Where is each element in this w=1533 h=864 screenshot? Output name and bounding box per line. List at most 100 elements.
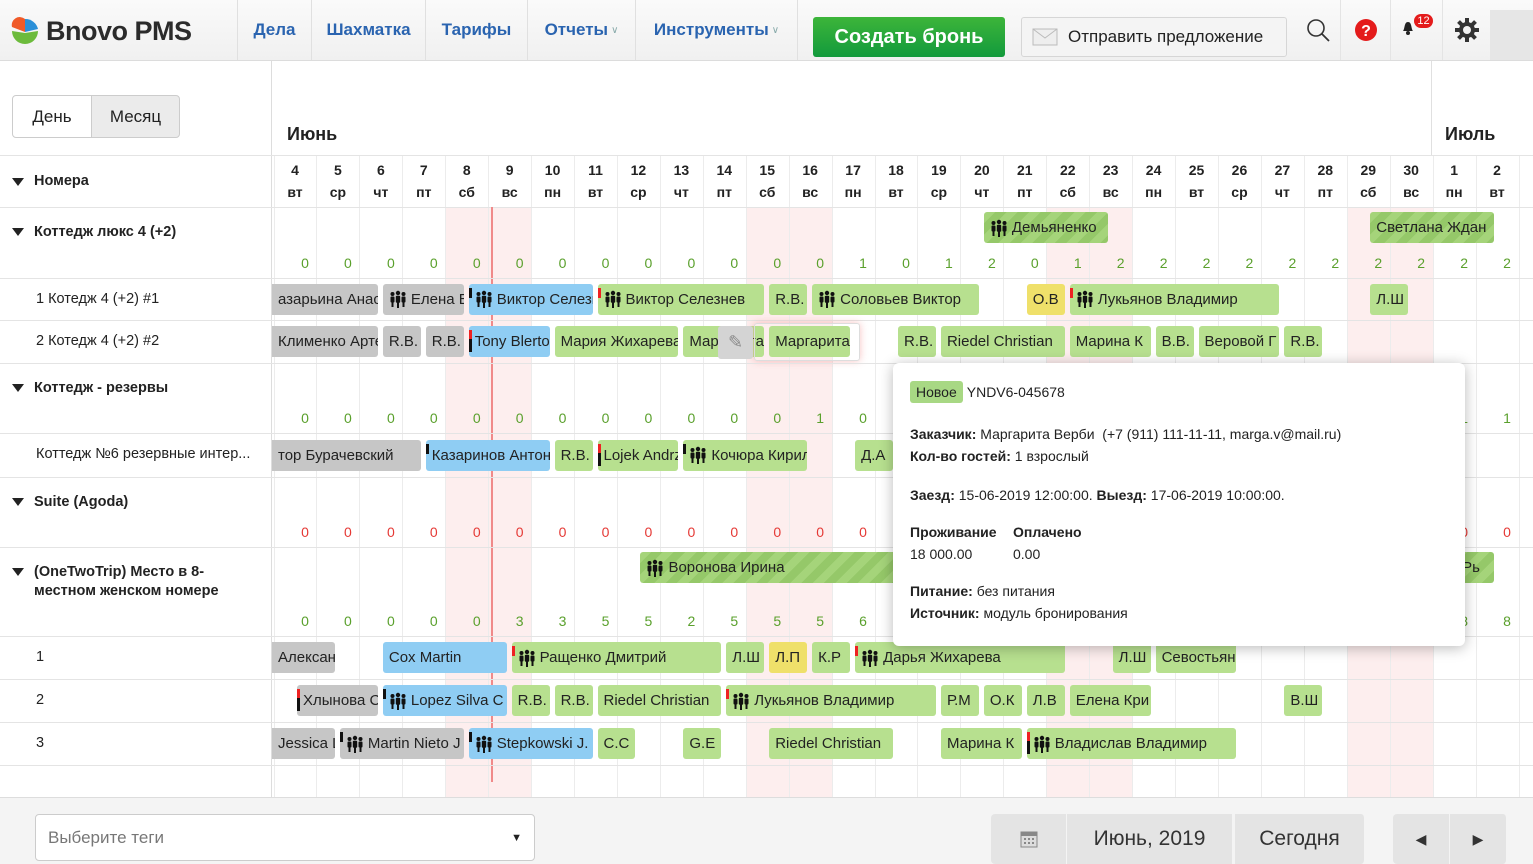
day-header: 16 вс [789, 155, 831, 207]
booking-bar[interactable]: Маргарита Верби [769, 326, 851, 357]
booking-bar[interactable]: азарьина Анас [272, 283, 378, 315]
booking-bar[interactable]: Л.Ш [726, 642, 765, 673]
booking-name: Л.В [1032, 692, 1057, 709]
nav-item-4[interactable]: Инструменты ∨ [635, 0, 797, 60]
nav-item-3[interactable]: Отчеты ∨ [527, 0, 635, 60]
row-label: 3 [36, 735, 45, 751]
booking-bar[interactable]: Казаринов Антон [425, 439, 550, 471]
booking-bar[interactable]: В.Ш [1284, 685, 1323, 716]
day-number: 26 [1231, 162, 1248, 178]
room-group[interactable]: Коттедж люкс 4 (+2) [0, 223, 262, 242]
arrow-right-icon: ▶ [1472, 830, 1484, 847]
day-number: 29 [1360, 162, 1377, 178]
booking-bar[interactable]: R.B. [382, 326, 421, 357]
booking-bar[interactable]: Светлана Ждан [1370, 212, 1495, 243]
booking-bar[interactable]: Соловьев Виктор [812, 283, 979, 315]
day-weekday: ср [630, 184, 647, 200]
rooms-header[interactable]: Номера [0, 173, 272, 189]
booking-bar[interactable]: Елена Кри [1069, 685, 1151, 716]
booking-bar[interactable]: Лукьянов Владимир [726, 685, 936, 716]
settings-button[interactable] [1442, 0, 1490, 60]
booking-bar[interactable]: Cox Martin [382, 642, 507, 673]
booking-bar[interactable]: Tony Blerton [468, 326, 550, 357]
booking-bar[interactable]: Л.Ш [1370, 283, 1409, 315]
tags-select[interactable]: Выберите теги ▼ [35, 814, 535, 861]
edit-booking-button[interactable]: ✎ [718, 326, 753, 359]
day-number: 28 [1317, 162, 1334, 178]
booking-bar[interactable]: Клименко Артем [272, 326, 378, 357]
booking-bar[interactable]: R.B. [511, 685, 550, 716]
today-button[interactable]: Сегодня [1235, 814, 1365, 864]
create-booking-button[interactable]: Создать бронь [813, 17, 1005, 57]
booking-bar[interactable]: тор Бурачевский [272, 439, 421, 471]
booking-bar[interactable]: С.С [597, 728, 636, 759]
booking-bar[interactable]: К.Р [812, 642, 851, 673]
view-month-button[interactable]: Месяц [91, 95, 180, 138]
booking-bar[interactable]: Stepkowski J. [468, 728, 593, 759]
booking-bar[interactable]: R.B. [898, 326, 936, 357]
booking-bar[interactable]: Кочюра Кирилл [683, 439, 808, 471]
booking-bar[interactable]: Riedel Christian [940, 326, 1065, 357]
day-header: 12 ср [617, 155, 659, 207]
booking-bar[interactable]: Lojek Andrzej [597, 439, 679, 471]
room-group[interactable]: Коттедж - резервы [0, 379, 262, 398]
nav-item-2[interactable]: Тарифы [425, 0, 527, 60]
booking-bar[interactable]: R.B. [554, 439, 593, 471]
prev-button[interactable]: ◀ [1393, 814, 1450, 864]
booking-bar[interactable]: Lopez Silva C [382, 685, 507, 716]
nav-item-1[interactable]: Шахматка [311, 0, 425, 60]
availability-count: 5 [730, 613, 739, 629]
booking-bar[interactable]: Марина К [940, 728, 1022, 759]
booking-bar[interactable]: Л.Ш [1112, 642, 1151, 673]
booking-bar[interactable]: Л.П [769, 642, 808, 673]
booking-bar[interactable]: Riedel Christian [769, 728, 893, 759]
booking-bar[interactable]: Хлынова С [297, 685, 378, 716]
period-button[interactable]: Июнь, 2019 [1067, 814, 1233, 864]
room-group[interactable]: Suite (Agoda) [0, 493, 262, 512]
send-offer-button[interactable]: Отправить предложение [1021, 17, 1287, 57]
booking-bar[interactable]: R.B. [554, 685, 593, 716]
booking-bar[interactable]: R.B. [1284, 326, 1323, 357]
booking-bar[interactable]: О.К [983, 685, 1022, 716]
booking-bar[interactable]: Александр [272, 642, 335, 673]
search-button[interactable] [1297, 0, 1339, 60]
availability-count: 0 [344, 410, 352, 426]
booking-bar[interactable]: Л.В [1026, 685, 1065, 716]
calendar-button[interactable] [991, 814, 1067, 864]
booking-bar[interactable]: Ращенко Дмитрий [511, 642, 722, 673]
view-day-button[interactable]: День [12, 95, 92, 138]
booking-bar[interactable]: Веровой Г [1198, 326, 1280, 357]
caret-down-icon: ▼ [511, 831, 522, 844]
booking-bar[interactable]: Виктор Селезнев [597, 283, 765, 315]
day-number: 27 [1274, 162, 1291, 178]
booking-bar[interactable]: Р.М [940, 685, 979, 716]
logo[interactable]: Bnovo PMS [10, 16, 192, 47]
booking-bar[interactable]: Riedel Christian [597, 685, 722, 716]
booking-bar[interactable]: Севостьянов [1155, 642, 1237, 673]
help-button[interactable]: ? [1340, 0, 1390, 60]
booking-bar[interactable]: Воронова Ирина [640, 552, 936, 583]
booking-bar[interactable]: Виктор Селезнев [468, 283, 593, 315]
booking-bar[interactable]: Jessica L [272, 728, 335, 759]
nav-item-0[interactable]: Дела [237, 0, 311, 60]
booking-bar[interactable]: В.В. [1155, 326, 1194, 357]
source-value: модуль бронирования [983, 605, 1128, 621]
booking-bar[interactable]: Martin Nieto J [339, 728, 464, 759]
booking-bar[interactable]: Д.А [855, 439, 893, 471]
booking-bar[interactable]: R.B. [769, 283, 808, 315]
next-button[interactable]: ▶ [1450, 814, 1507, 864]
booking-bar[interactable]: Лукьянов Владимир [1069, 283, 1280, 315]
booking-bar[interactable]: R.B. [425, 326, 464, 357]
booking-bar[interactable]: G.E [683, 728, 722, 759]
booking-bar[interactable]: Демьяненко [983, 212, 1108, 243]
notifications-button[interactable]: 12 [1390, 0, 1442, 60]
booking-bar[interactable]: О.В [1026, 283, 1065, 315]
booking-bar[interactable]: Дарья Жихарева [855, 642, 1065, 673]
booking-bar[interactable]: Марина К [1069, 326, 1151, 357]
booking-bar[interactable]: Владислав Владимир [1026, 728, 1237, 759]
day-weekday: пт [716, 184, 732, 200]
day-number: 21 [1017, 162, 1033, 178]
room-group[interactable]: (OneTwoTrip) Место в 8-местном женском н… [0, 563, 262, 601]
booking-bar[interactable]: Елена Б [382, 283, 464, 315]
booking-bar[interactable]: Мария Жихарева [554, 326, 679, 357]
